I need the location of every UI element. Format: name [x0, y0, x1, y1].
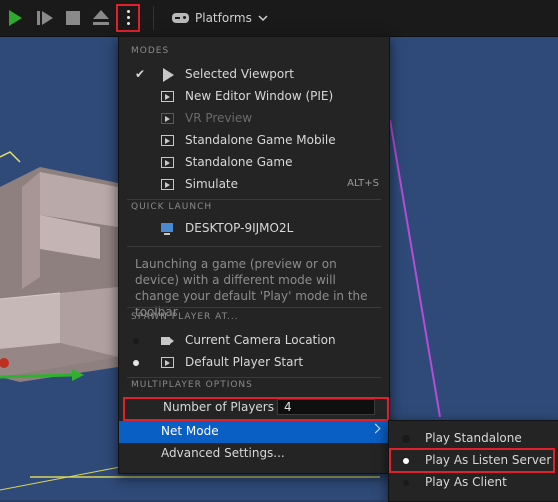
number-of-players-label: Number of Players	[163, 400, 274, 414]
radio-selected-icon	[403, 458, 409, 464]
separator	[127, 246, 381, 247]
quick-launch-header: QUICK LAUNCH	[131, 202, 213, 212]
mode-label: New Editor Window (PIE)	[185, 89, 334, 103]
separator	[127, 199, 381, 200]
play-mode-info: Launching a game (preview or on device) …	[135, 257, 368, 319]
simulate-icon	[161, 178, 175, 192]
device-label: DESKTOP-9IJMO2L	[185, 221, 294, 235]
step-icon	[37, 11, 40, 25]
mode-new-editor-window[interactable]: New Editor Window (PIE)	[119, 86, 389, 108]
platforms-button[interactable]: Platforms	[172, 9, 268, 27]
net-mode-item[interactable]: Net Mode	[119, 421, 389, 443]
mode-label: VR Preview	[185, 111, 253, 125]
separator	[127, 377, 381, 378]
quick-launch-device[interactable]: DESKTOP-9IJMO2L	[119, 218, 389, 240]
play-options-menu: MODES ✔ Selected Viewport New Editor Win…	[118, 36, 390, 474]
camera-icon	[161, 334, 175, 348]
net-mode-label: Net Mode	[161, 424, 219, 438]
radio-icon	[133, 338, 139, 344]
net-mode-play-as-client[interactable]: Play As Client	[389, 472, 558, 494]
mode-label: Standalone Game	[185, 155, 293, 169]
play-icon	[9, 10, 22, 26]
net-mode-play-listen-server[interactable]: Play As Listen Server	[389, 450, 558, 472]
spawn-label: Default Player Start	[185, 355, 304, 369]
spawn-label: Current Camera Location	[185, 333, 336, 347]
play-button[interactable]	[4, 7, 26, 29]
spawn-header: SPAWN PLAYER AT...	[131, 312, 239, 322]
net-mode-submenu: Play Standalone Play As Listen Server Pl…	[388, 420, 558, 502]
mode-selected-viewport[interactable]: ✔ Selected Viewport	[119, 64, 389, 86]
toolbar-divider	[153, 6, 154, 30]
spawn-default-player-start[interactable]: Default Player Start	[119, 352, 389, 374]
eject-button[interactable]	[90, 7, 112, 29]
mode-label: Simulate	[185, 177, 239, 191]
advanced-settings-label: Advanced Settings...	[161, 446, 285, 460]
gamepad-icon	[161, 356, 175, 370]
mode-label: Standalone Game Mobile	[185, 133, 336, 147]
net-mode-play-standalone[interactable]: Play Standalone	[389, 428, 558, 450]
radio-selected-icon	[133, 360, 139, 366]
mode-standalone-mobile[interactable]: Standalone Game Mobile	[119, 130, 389, 152]
modes-header: MODES	[131, 46, 170, 56]
net-mode-option-label: Play As Client	[425, 475, 507, 489]
mode-simulate[interactable]: Simulate ALT+S	[119, 174, 389, 196]
mode-vr-preview: VR Preview	[119, 108, 389, 130]
standalone-play-icon	[161, 156, 175, 170]
gamepad-icon	[172, 13, 189, 23]
mode-standalone-game[interactable]: Standalone Game	[119, 152, 389, 174]
radio-icon	[403, 480, 409, 486]
computer-icon	[161, 222, 175, 236]
net-mode-option-label: Play As Listen Server	[425, 453, 552, 467]
vr-icon	[161, 112, 175, 126]
mode-label: Selected Viewport	[185, 67, 294, 81]
checkmark-icon: ✔	[135, 67, 146, 81]
stop-button[interactable]	[62, 7, 84, 29]
play-options-button[interactable]	[116, 4, 140, 32]
toolbar: Platforms	[0, 0, 558, 37]
step-button[interactable]	[34, 7, 56, 29]
net-mode-option-label: Play Standalone	[425, 431, 522, 445]
platforms-label: Platforms	[195, 11, 252, 25]
play-icon	[161, 68, 175, 82]
number-of-players-row: Number of Players	[119, 395, 389, 421]
separator	[127, 307, 381, 308]
stop-icon	[66, 11, 80, 25]
kebab-icon	[127, 10, 130, 13]
mobile-play-icon	[161, 134, 175, 148]
chevron-right-icon	[370, 423, 381, 434]
window-play-icon	[161, 90, 175, 104]
multiplayer-header: MULTIPLAYER OPTIONS	[131, 380, 253, 390]
shortcut-label: ALT+S	[347, 178, 379, 189]
radio-icon	[403, 436, 409, 442]
spawn-current-camera[interactable]: Current Camera Location	[119, 330, 389, 352]
number-of-players-input[interactable]	[277, 399, 375, 415]
chevron-down-icon	[258, 15, 268, 22]
advanced-settings-item[interactable]: Advanced Settings...	[119, 443, 389, 465]
eject-icon	[93, 10, 109, 19]
